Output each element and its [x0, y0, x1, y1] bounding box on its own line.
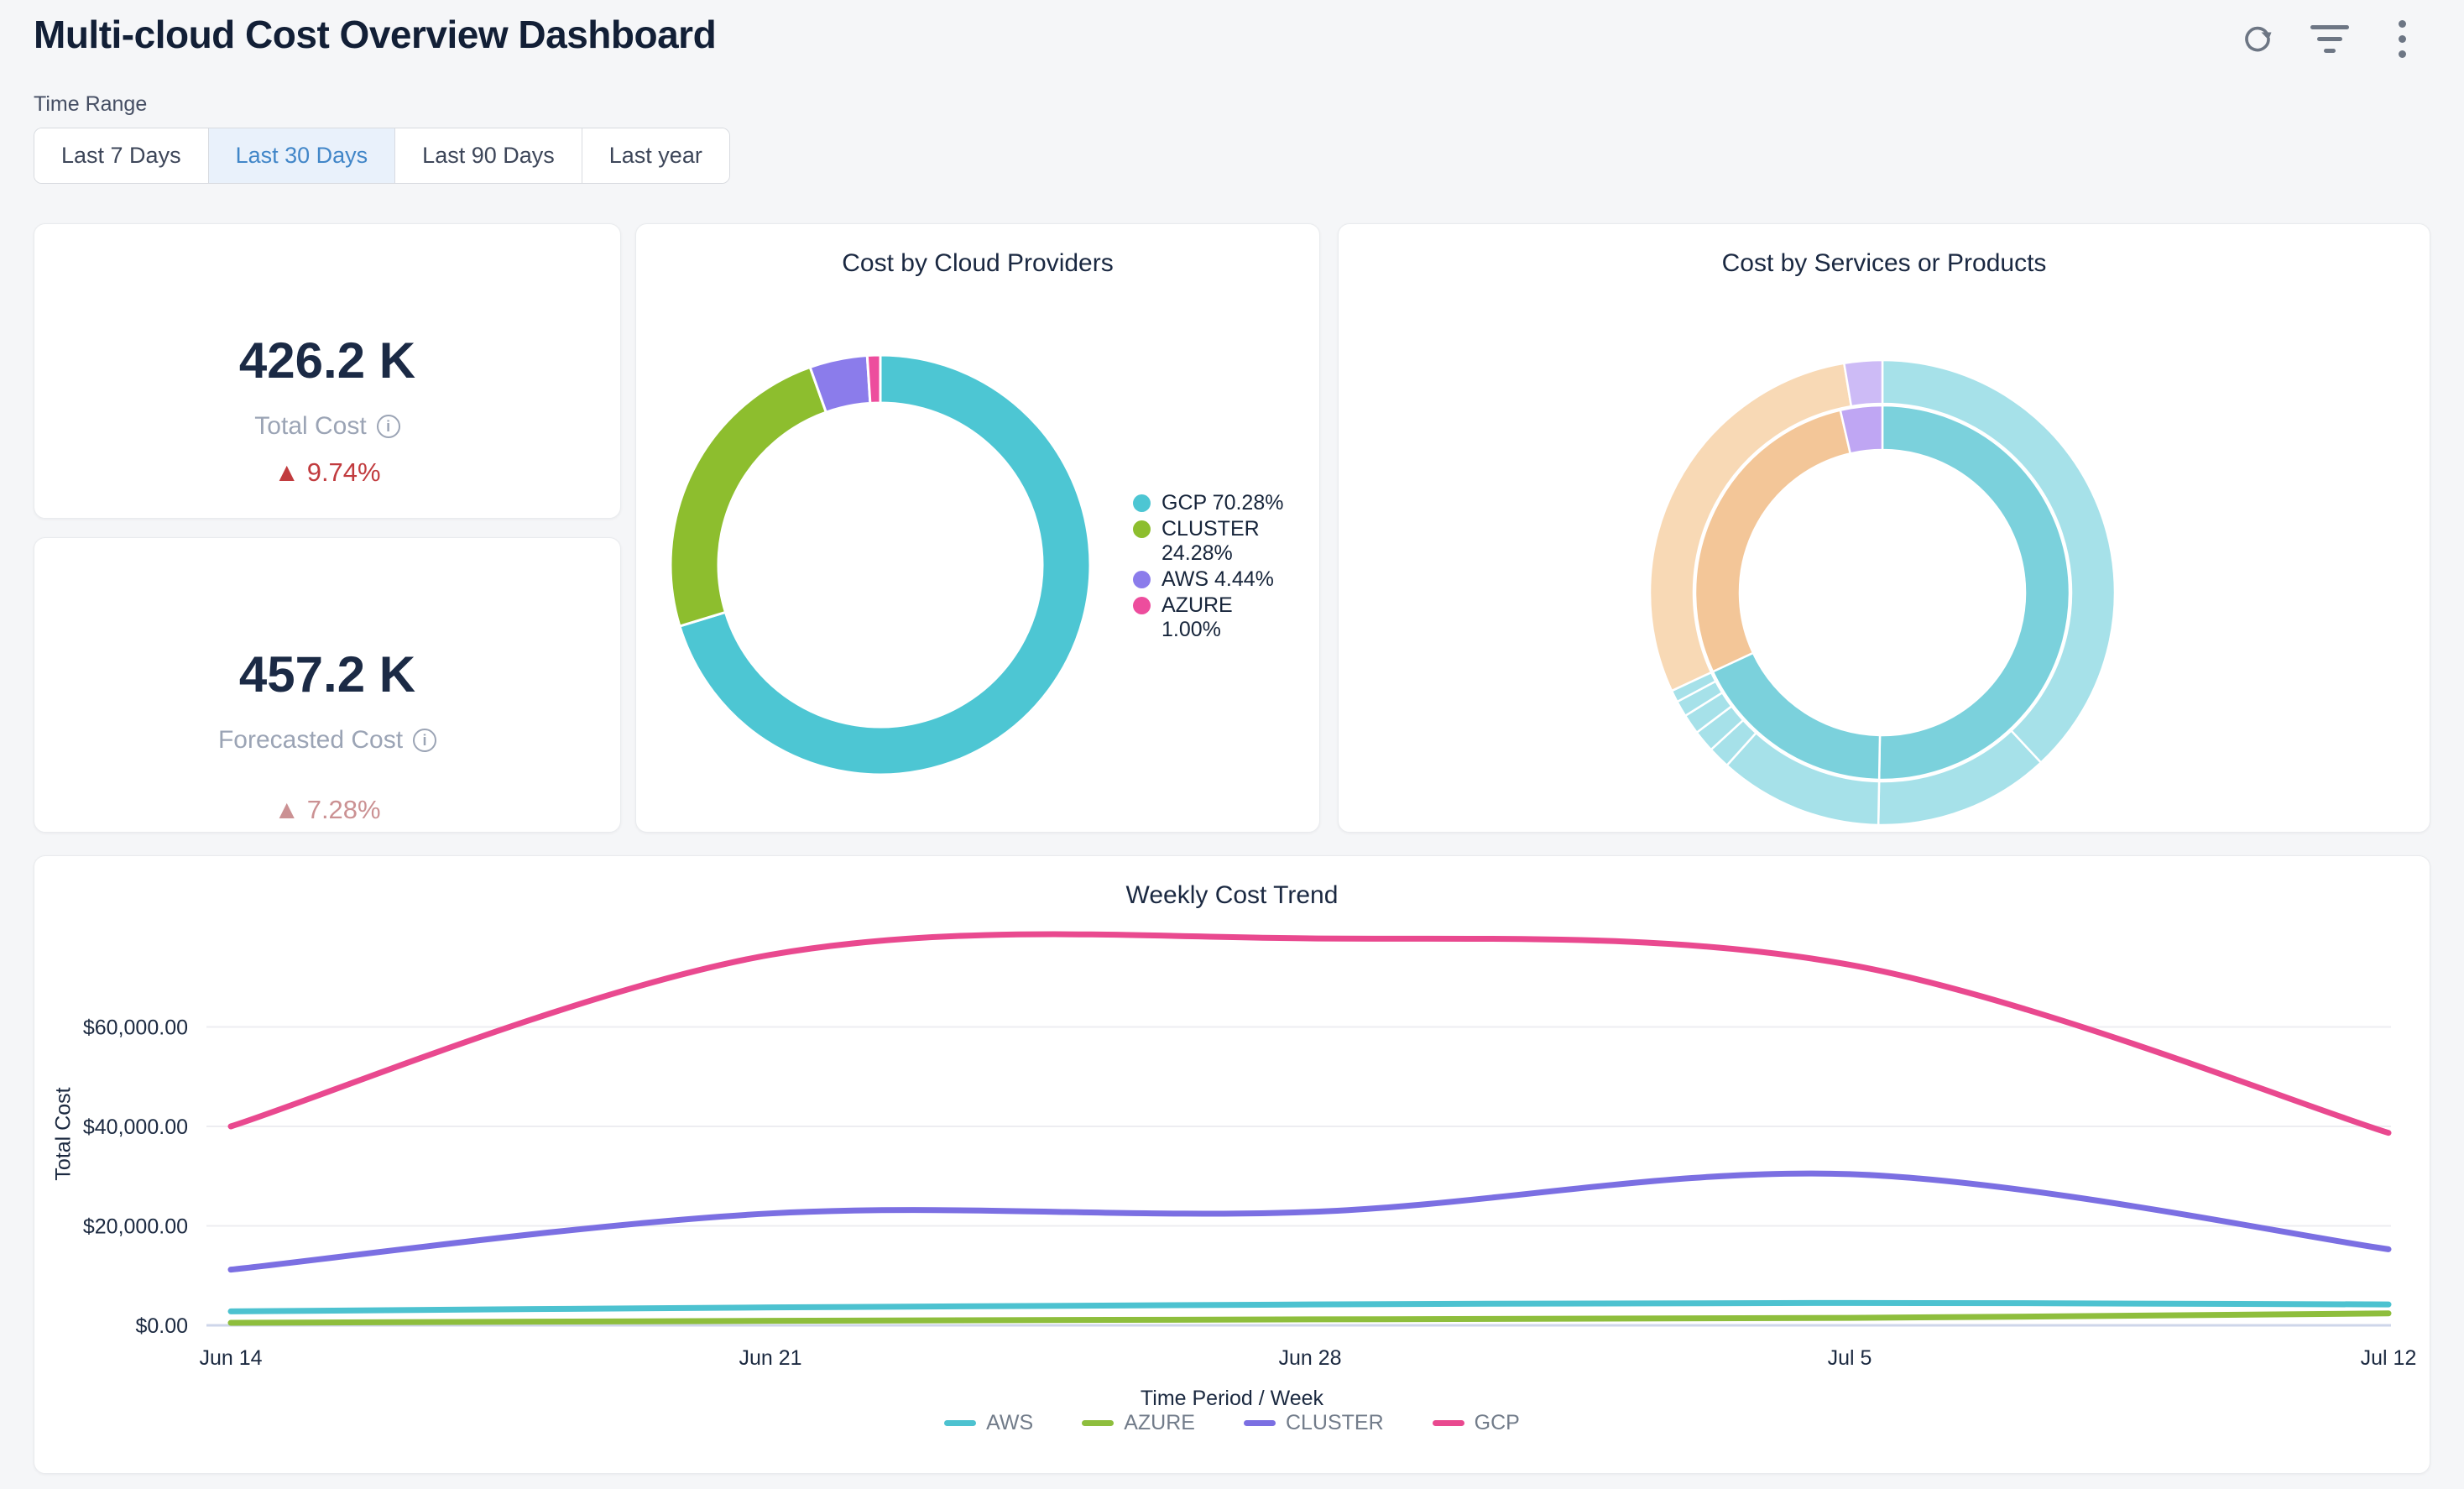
aws-swatch — [1133, 571, 1151, 588]
total-cost-delta: ▲ 9.74% — [34, 457, 620, 488]
weekly-legend: AWS AZURE CLUSTER GCP — [34, 1411, 2430, 1435]
svg-text:$0.00: $0.00 — [135, 1314, 188, 1338]
gcp-swatch — [1133, 494, 1151, 512]
svg-text:Jun 21: Jun 21 — [739, 1346, 801, 1370]
arrow-up-icon: ▲ — [274, 457, 300, 487]
legend-item-aws[interactable]: AWS — [944, 1411, 1033, 1435]
legend-item-cluster[interactable]: CLUSTER 24.28% — [1133, 517, 1284, 566]
x-axis-title: Time Period / Week — [34, 1387, 2430, 1411]
total-cost-card: 426.2 K Total Cost i ▲ 9.74% — [34, 223, 621, 519]
svg-text:$60,000.00: $60,000.00 — [83, 1016, 188, 1040]
legend-item-cluster[interactable]: CLUSTER — [1244, 1411, 1384, 1435]
aws-line-swatch — [944, 1420, 976, 1426]
cost-by-services-card: Cost by Services or Products — [1338, 223, 2430, 833]
info-icon[interactable]: i — [413, 729, 436, 752]
providers-legend: GCP 70.28% CLUSTER 24.28% AWS 4.44% AZUR… — [1133, 491, 1284, 642]
cost-by-cloud-providers-card: Cost by Cloud Providers GCP 70.28% CLUST… — [635, 223, 1320, 833]
cluster-swatch — [1133, 520, 1151, 538]
time-range-last-30-days[interactable]: Last 30 Days — [208, 128, 395, 183]
filter-icon[interactable] — [2311, 20, 2348, 57]
forecasted-cost-label: Forecasted Cost i — [34, 726, 620, 755]
azure-swatch — [1133, 597, 1151, 614]
azure-line-swatch — [1082, 1420, 1114, 1426]
svg-text:$40,000.00: $40,000.00 — [83, 1115, 188, 1139]
y-axis-title: Total Cost — [52, 1087, 76, 1180]
refresh-icon[interactable] — [2239, 20, 2276, 57]
page-title: Multi-cloud Cost Overview Dashboard — [34, 12, 716, 57]
legend-item-azure[interactable]: AZURE — [1082, 1411, 1195, 1435]
svg-text:Jul 5: Jul 5 — [1828, 1346, 1872, 1370]
time-range-button-group: Last 7 Days Last 30 Days Last 90 Days La… — [34, 128, 730, 184]
time-range-last-90-days[interactable]: Last 90 Days — [394, 128, 582, 183]
forecasted-cost-value: 457.2 K — [34, 645, 620, 703]
svg-text:Jun 28: Jun 28 — [1278, 1346, 1341, 1370]
cluster-line-swatch — [1244, 1420, 1276, 1426]
legend-item-azure[interactable]: AZURE 1.00% — [1133, 593, 1284, 642]
forecasted-cost-delta: ▲ 7.28% — [34, 795, 620, 825]
svg-text:Jul 12: Jul 12 — [2361, 1346, 2417, 1370]
services-sunburst-chart[interactable] — [1339, 224, 2431, 833]
svg-text:$20,000.00: $20,000.00 — [83, 1215, 188, 1239]
arrow-up-icon: ▲ — [274, 795, 300, 824]
weekly-trend-line-chart[interactable]: $0.00 $20,000.00 $40,000.00 $60,000.00 Jun 1… — [34, 856, 2431, 1475]
time-range-last-7-days[interactable]: Last 7 Days — [34, 128, 208, 183]
time-range-last-year[interactable]: Last year — [582, 128, 729, 183]
total-cost-label: Total Cost i — [34, 412, 620, 441]
legend-item-gcp[interactable]: GCP — [1433, 1411, 1520, 1435]
legend-item-aws[interactable]: AWS 4.44% — [1133, 567, 1284, 592]
legend-item-gcp[interactable]: GCP 70.28% — [1133, 491, 1284, 515]
gcp-line-swatch — [1433, 1420, 1464, 1426]
total-cost-value: 426.2 K — [34, 332, 620, 389]
kebab-menu-icon[interactable] — [2383, 20, 2420, 57]
time-range-label: Time Range — [34, 92, 147, 117]
forecasted-cost-card: 457.2 K Forecasted Cost i ▲ 7.28% — [34, 537, 621, 833]
dashboard-page: { "header": { "title": "Multi-cloud Cost… — [0, 0, 2464, 1489]
header-toolbar — [2239, 20, 2420, 57]
weekly-cost-trend-card: Weekly Cost Trend $0.00$20,000.00$40,000… — [34, 855, 2430, 1474]
svg-text:Jun 14: Jun 14 — [199, 1346, 262, 1370]
info-icon[interactable]: i — [377, 415, 400, 438]
